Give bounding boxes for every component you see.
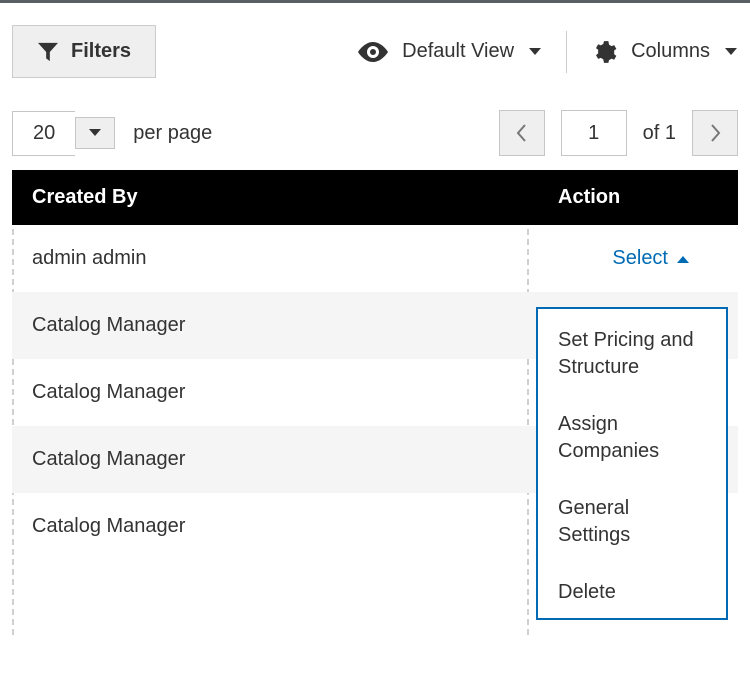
filters-button[interactable]: Filters	[12, 25, 156, 78]
pager-row: 20 per page 1 of 1	[12, 88, 738, 170]
cell-action: Select	[538, 225, 738, 292]
next-page-button[interactable]	[692, 110, 738, 156]
cell-created-by: Catalog Manager	[12, 493, 538, 560]
page-root: Filters Default View Columns 20	[0, 0, 750, 691]
view-label: Default View	[402, 40, 514, 63]
action-select-link[interactable]: Select	[612, 247, 690, 270]
menu-item-assign-companies[interactable]: Assign Companies	[538, 393, 726, 477]
per-page-group: 20 per page	[12, 111, 212, 156]
caret-up-icon	[676, 254, 690, 264]
select-label: Select	[612, 247, 668, 270]
action-dropdown-menu: Set Pricing and Structure Assign Compani…	[536, 307, 728, 620]
view-switcher[interactable]: Default View	[358, 40, 542, 63]
gear-icon	[591, 39, 617, 65]
page-nav: 1 of 1	[499, 110, 738, 156]
toolbar-divider	[566, 31, 567, 73]
menu-item-general-settings[interactable]: General Settings	[538, 477, 726, 561]
chevron-left-icon	[516, 124, 528, 142]
col-action[interactable]: Action	[538, 170, 738, 225]
of-pages-label: of 1	[643, 122, 676, 145]
per-page-dropdown[interactable]	[75, 117, 115, 149]
menu-item-pricing[interactable]: Set Pricing and Structure	[538, 309, 726, 393]
cell-created-by: Catalog Manager	[12, 359, 538, 426]
grid-toolbar: Filters Default View Columns	[12, 21, 738, 88]
table-header-row: Created By Action	[12, 170, 738, 225]
cell-created-by: Catalog Manager	[12, 426, 538, 493]
col-created-by[interactable]: Created By	[12, 170, 538, 225]
per-page-value[interactable]: 20	[12, 111, 75, 156]
filters-label: Filters	[71, 40, 131, 63]
columns-button[interactable]: Columns	[591, 39, 738, 65]
columns-label: Columns	[631, 40, 710, 63]
caret-down-icon	[88, 128, 102, 138]
funnel-icon	[37, 42, 59, 62]
eye-icon	[358, 42, 388, 62]
caret-down-icon	[528, 47, 542, 57]
current-page-input[interactable]: 1	[561, 110, 627, 156]
menu-item-delete[interactable]: Delete	[538, 561, 726, 618]
per-page-label: per page	[133, 122, 212, 145]
prev-page-button[interactable]	[499, 110, 545, 156]
cell-created-by: Catalog Manager	[12, 292, 538, 359]
table-row: admin admin Select	[12, 225, 738, 292]
chevron-right-icon	[709, 124, 721, 142]
caret-down-icon	[724, 47, 738, 57]
cell-created-by: admin admin	[12, 225, 538, 292]
